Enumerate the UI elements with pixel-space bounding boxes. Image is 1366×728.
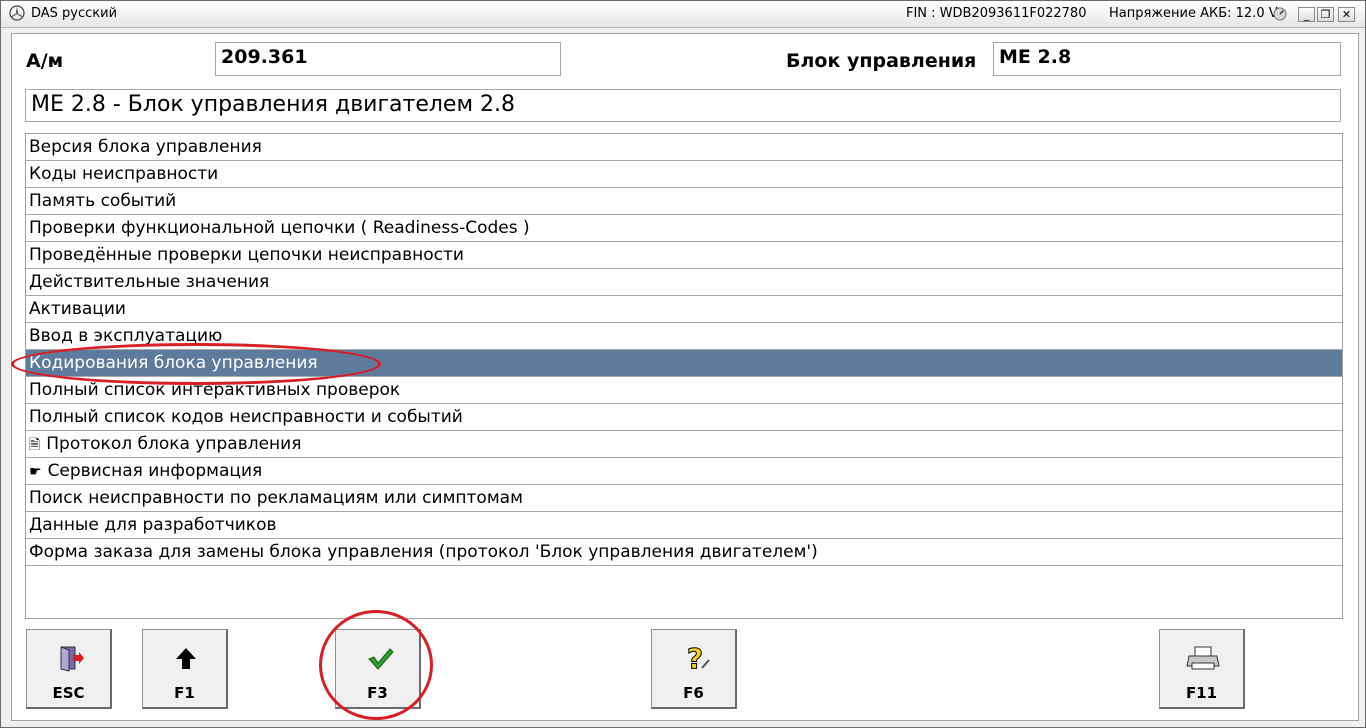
- model-field: 209.361: [215, 42, 561, 76]
- menu-item-label: Коды неисправности: [29, 164, 219, 184]
- menu-item[interactable]: Кодирования блока управления: [26, 350, 1342, 377]
- menu-item[interactable]: 🗎 Протокол блока управления: [26, 431, 1342, 458]
- menu-item-label: Сервисная информация: [47, 461, 263, 481]
- restore-icon: ❐: [1320, 8, 1331, 21]
- menu-item[interactable]: Данные для разработчиков: [26, 512, 1342, 539]
- main-panel: А/м 209.361 Блок управления ME 2.8 ME 2.…: [11, 33, 1359, 721]
- menu-item-label: Память событий: [29, 191, 177, 211]
- f6-key-label: F6: [683, 684, 704, 702]
- restore-button[interactable]: ❐: [1317, 7, 1334, 22]
- menu-item-label: Версия блока управления: [29, 137, 262, 157]
- f1-button[interactable]: F1: [142, 629, 228, 709]
- checkmark-icon: [368, 648, 394, 670]
- f3-button[interactable]: F3: [335, 629, 421, 709]
- pointing-hand-icon: ☛: [29, 464, 42, 480]
- battery-voltage-readout: Напряжение АКБ: 12.0 V: [1109, 6, 1278, 21]
- esc-button[interactable]: ESC: [26, 629, 112, 709]
- menu-item[interactable]: Коды неисправности: [26, 161, 1342, 188]
- menu-item[interactable]: Активации: [26, 296, 1342, 323]
- f11-key-label: F11: [1185, 684, 1218, 702]
- ecu-description: ME 2.8 - Блок управления двигателем 2.8: [25, 89, 1341, 122]
- document-icon: 🗎: [29, 437, 41, 453]
- menu-item[interactable]: ☛ Сервисная информация: [26, 458, 1342, 485]
- ecu-field: ME 2.8: [993, 42, 1341, 76]
- menu-item-label: Ввод в эксплуатацию: [29, 326, 223, 346]
- printer-icon: [1186, 646, 1220, 670]
- menu-item-label: Поиск неисправности по рекламациям или с…: [29, 488, 523, 508]
- menu-item-label: Проверки функциональной цепочки ( Readin…: [29, 218, 530, 238]
- minimize-icon: _: [1303, 8, 1310, 21]
- menu-item-label: Действительные значения: [29, 272, 270, 292]
- close-icon: ✕: [1341, 8, 1352, 21]
- menu-item[interactable]: Проверки функциональной цепочки ( Readin…: [26, 215, 1342, 242]
- fin-readout: FIN : WDB2093611F022780: [906, 6, 1087, 21]
- f6-button[interactable]: ? F6: [651, 629, 737, 709]
- menu-item-label: Протокол блока управления: [46, 434, 302, 454]
- menu-item-label: Форма заказа для замены блока управления…: [29, 542, 818, 562]
- menu-item-label: Данные для разработчиков: [29, 515, 277, 535]
- menu-item[interactable]: Версия блока управления: [26, 134, 1342, 161]
- menu-item-label: Проведённые проверки цепочки неисправнос…: [29, 245, 464, 265]
- menu-item[interactable]: Форма заказа для замены блока управления…: [26, 539, 1342, 566]
- esc-key-label: ESC: [52, 684, 85, 702]
- ecu-label: Блок управления: [786, 50, 977, 72]
- f3-key-label: F3: [367, 684, 388, 702]
- function-menu-list[interactable]: Версия блока управления Коды неисправност…: [25, 133, 1343, 619]
- menu-item[interactable]: Полный список интерактивных проверок: [26, 377, 1342, 404]
- f11-button[interactable]: F11: [1159, 629, 1245, 709]
- menu-item[interactable]: Полный список кодов неисправности и собы…: [26, 404, 1342, 431]
- menu-item-label: Кодирования блока управления: [29, 353, 318, 373]
- window-title: DAS русский: [31, 6, 118, 21]
- menu-item[interactable]: Ввод в эксплуатацию: [26, 323, 1342, 350]
- menu-item[interactable]: Действительные значения: [26, 269, 1342, 296]
- arrow-up-icon: [176, 648, 196, 669]
- menu-item[interactable]: Память событий: [26, 188, 1342, 215]
- menu-item[interactable]: Проведённые проверки цепочки неисправнос…: [26, 242, 1342, 269]
- menu-item[interactable]: Поиск неисправности по рекламациям или с…: [26, 485, 1342, 512]
- title-bar: DAS русский FIN : WDB2093611F022780 Напр…: [1, 1, 1365, 28]
- f1-key-label: F1: [174, 684, 195, 702]
- menu-item-label: Активации: [29, 299, 126, 319]
- help-question-icon: ?: [686, 644, 710, 672]
- close-button[interactable]: ✕: [1338, 7, 1355, 22]
- menu-item-label: Полный список интерактивных проверок: [29, 380, 401, 400]
- minimize-button[interactable]: _: [1298, 7, 1315, 22]
- svg-text:?: ?: [687, 644, 703, 672]
- exit-door-icon: [60, 646, 84, 672]
- menu-item-label: Полный список кодов неисправности и собы…: [29, 407, 463, 427]
- mercedes-star-icon: [9, 5, 25, 21]
- model-label: А/м: [26, 50, 64, 72]
- das-window: DAS русский FIN : WDB2093611F022780 Напр…: [0, 0, 1366, 728]
- gauge-icon: [1273, 7, 1287, 21]
